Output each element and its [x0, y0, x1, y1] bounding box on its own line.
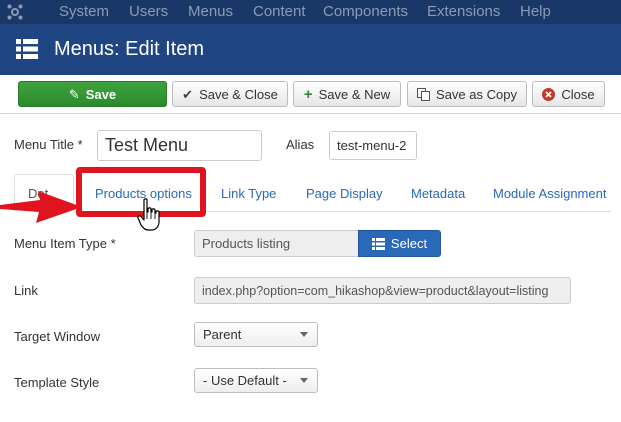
tab-link-type[interactable]: Link Type	[221, 186, 276, 201]
nav-menus[interactable]: Menus	[188, 3, 233, 20]
page-header: Menus: Edit Item	[0, 24, 621, 75]
edit-icon: ✎	[68, 86, 80, 102]
save-as-copy-label: Save as Copy	[436, 86, 517, 102]
tab-metadata[interactable]: Metadata	[411, 186, 465, 201]
checkmark-icon: ✔	[182, 86, 194, 102]
save-close-label: Save & Close	[199, 86, 278, 102]
target-window-value: Parent	[203, 327, 242, 342]
template-style-label: Template Style	[14, 375, 100, 390]
nav-components[interactable]: Components	[323, 3, 408, 20]
tab-page-display[interactable]: Page Display	[306, 186, 383, 201]
caret-down-icon	[300, 332, 308, 337]
close-label: Close	[561, 86, 595, 102]
caret-down-icon	[300, 378, 308, 383]
target-window-select[interactable]: Parent	[194, 322, 318, 347]
template-style-select[interactable]: - Use Default -	[194, 368, 318, 393]
menu-item-type-label: Menu Item Type *	[14, 236, 116, 251]
link-label: Link	[14, 283, 38, 298]
close-icon	[542, 87, 556, 101]
list-icon	[371, 237, 385, 250]
save-label: Save	[85, 86, 117, 102]
template-style-value: - Use Default -	[203, 373, 287, 388]
toolbar-divider	[0, 113, 621, 114]
page-title: Menus: Edit Item	[54, 38, 205, 60]
select-button[interactable]: Select	[358, 230, 441, 257]
nav-system[interactable]: System	[59, 3, 109, 20]
save-as-copy-button[interactable]: Save as Copy	[407, 81, 527, 107]
hand-cursor-icon	[137, 198, 160, 231]
list-icon	[16, 39, 38, 59]
nav-content[interactable]: Content	[253, 3, 306, 20]
nav-extensions[interactable]: Extensions	[427, 3, 500, 20]
menu-item-type-field: Products listing	[194, 230, 360, 257]
close-button[interactable]: Close	[532, 81, 605, 107]
joomla-logo-icon[interactable]	[6, 3, 24, 21]
top-navbar: System Users Menus Content Components Ex…	[0, 0, 621, 24]
nav-help[interactable]: Help	[520, 3, 551, 20]
nav-users[interactable]: Users	[129, 3, 168, 20]
menu-title-label: Menu Title *	[14, 137, 83, 152]
save-new-label: Save & New	[318, 86, 391, 102]
alias-label: Alias	[286, 137, 315, 152]
tab-module-assignment[interactable]: Module Assignment	[493, 186, 606, 201]
save-close-button[interactable]: ✔ Save & Close	[172, 81, 288, 107]
alias-input[interactable]: test-menu-2	[329, 131, 417, 160]
link-field: index.php?option=com_hikashop&view=produ…	[194, 277, 571, 304]
target-window-label: Target Window	[14, 329, 100, 344]
toolbar: ✎ Save ✔ Save & Close + Save & New Save …	[0, 75, 621, 113]
plus-icon: +	[303, 85, 313, 103]
save-new-button[interactable]: + Save & New	[293, 81, 401, 107]
menu-title-input[interactable]: Test Menu	[97, 130, 262, 161]
save-button[interactable]: ✎ Save	[18, 81, 167, 107]
copy-icon	[417, 87, 431, 101]
select-label: Select	[390, 236, 428, 251]
